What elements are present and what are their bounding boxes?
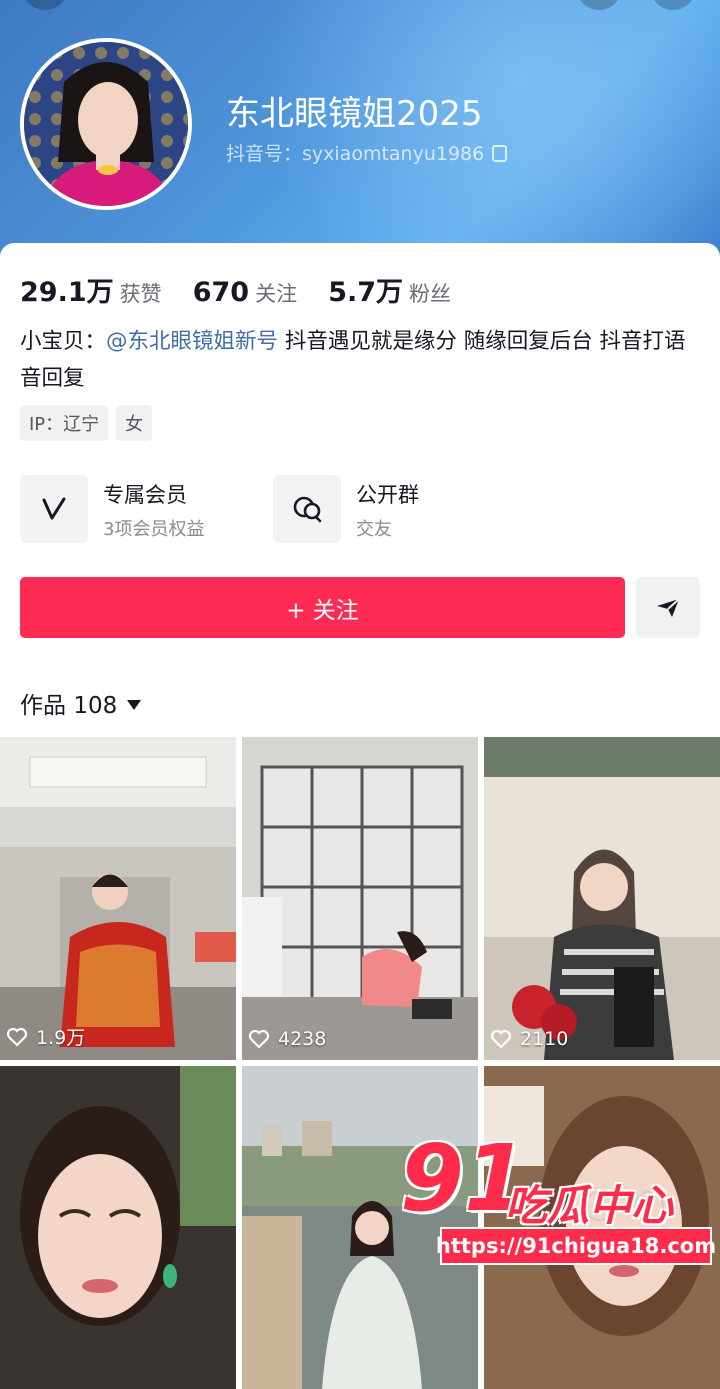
stat-following[interactable]: 670 关注	[193, 277, 297, 308]
stat-likes[interactable]: 29.1万 获赞	[20, 270, 162, 309]
copy-icon[interactable]	[492, 145, 508, 162]
watermark-url: https://91chigua18.com	[436, 1227, 716, 1265]
follow-button[interactable]: + 关注	[20, 577, 625, 638]
profile-name: 东北眼镜姐2025	[226, 94, 483, 134]
douyin-id[interactable]: 抖音号：syxiaomtanyu1986	[226, 139, 508, 166]
member-entry-subtitle: 3项会员权益	[103, 519, 205, 540]
heart-icon	[6, 1027, 28, 1047]
watermark-text: 吃瓜中心	[505, 1181, 674, 1230]
works-count: 108	[73, 693, 118, 719]
stat-value: 670	[192, 277, 250, 308]
group-entry-title: 公开群	[356, 483, 419, 507]
stat-label: 获赞	[119, 282, 162, 306]
ip-location-tag: IP：辽宁	[20, 405, 109, 441]
group-chat-icon	[273, 475, 341, 543]
video-likes: 1.9万	[6, 1023, 85, 1050]
dropdown-triangle-icon	[127, 700, 142, 710]
stat-label: 粉丝	[409, 282, 452, 306]
stat-label: 关注	[255, 282, 298, 306]
douyin-id-value: syxiaomtanyu1986	[302, 143, 485, 165]
tag-row: IP：辽宁女	[20, 405, 160, 441]
video-likes-count: 1.9万	[36, 1027, 86, 1049]
heart-icon	[248, 1029, 270, 1049]
bio: 小宝贝：@东北眼镜姐新号 抖音遇见就是缘分 随缘回复后台 抖音打语音回复	[20, 323, 704, 397]
video-thumbnail[interactable]: 4238	[242, 737, 478, 1060]
video-thumbnail[interactable]: 1.9万	[0, 737, 236, 1060]
vip-v-icon	[20, 475, 88, 543]
profile-card: 29.1万 获赞 670 关注 5.7万 粉丝 小宝贝：@东北眼镜姐新号 抖音遇见就是…	[0, 243, 720, 1389]
video-likes: 4238	[248, 1028, 326, 1050]
stat-value: 29.1万	[20, 277, 114, 308]
bio-mention-link[interactable]: @东北眼镜姐新号	[106, 329, 278, 354]
video-likes-count: 2110	[520, 1028, 569, 1050]
stat-value: 5.7万	[328, 277, 404, 308]
gender-tag: 女	[116, 405, 153, 441]
send-message-button[interactable]	[636, 577, 700, 638]
stat-followers[interactable]: 5.7万 粉丝	[328, 270, 451, 309]
bio-prefix: 小宝贝：	[20, 329, 107, 354]
works-tab[interactable]: 作品 108	[20, 686, 142, 720]
video-likes-count: 4238	[278, 1028, 327, 1050]
douyin-id-label: 抖音号：	[226, 143, 303, 165]
group-entry-subtitle: 交友	[356, 519, 392, 540]
video-thumbnail[interactable]: 2110	[484, 737, 720, 1060]
send-icon	[657, 597, 680, 617]
heart-icon	[490, 1029, 512, 1049]
video-thumbnail[interactable]	[0, 1066, 236, 1389]
member-entry-title: 专属会员	[103, 483, 187, 507]
header-light-decoration	[260, 0, 720, 270]
video-likes: 2110	[490, 1028, 568, 1050]
avatar[interactable]	[20, 38, 192, 210]
works-label: 作品	[20, 693, 66, 719]
stats-row: 29.1万 获赞 670 关注 5.7万 粉丝	[20, 270, 477, 309]
